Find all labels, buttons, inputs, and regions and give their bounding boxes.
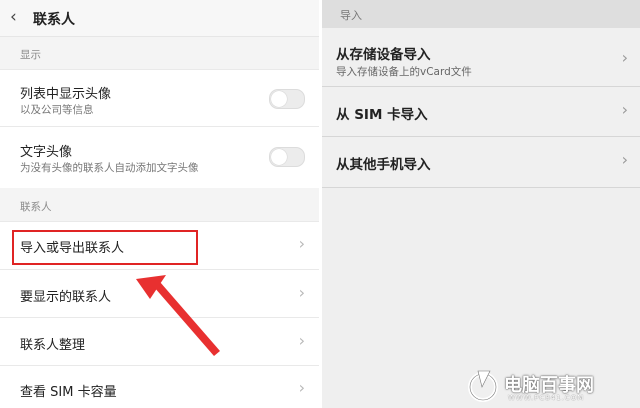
annotation-arrow — [136, 275, 220, 356]
arrow-shaft — [154, 282, 220, 356]
watermark-logo-icon — [468, 370, 498, 402]
watermark: 电脑百事网 WWW.PC841.COM — [468, 365, 636, 407]
watermark-url: WWW.PC841.COM — [508, 394, 585, 402]
